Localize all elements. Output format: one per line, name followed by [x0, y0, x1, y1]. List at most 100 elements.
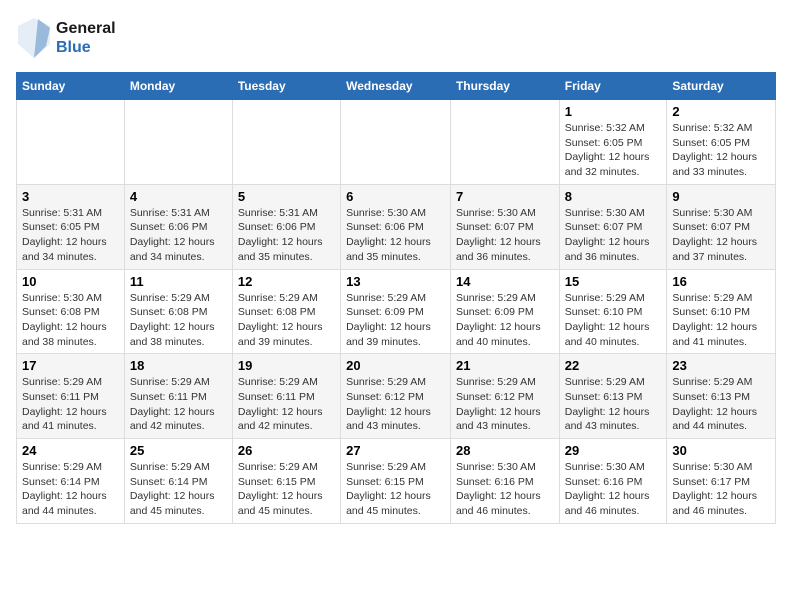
logo-general: General [56, 19, 116, 38]
weekday-header-thursday: Thursday [450, 73, 559, 100]
calendar-cell: 3 Sunrise: 5:31 AM Sunset: 6:05 PM Daylig… [17, 184, 125, 269]
day-info: Sunrise: 5:30 AM Sunset: 6:16 PM Dayligh… [456, 460, 554, 519]
day-number: 28 [456, 443, 554, 458]
calendar-cell [232, 100, 340, 185]
calendar-cell [450, 100, 559, 185]
day-number: 9 [672, 189, 770, 204]
day-number: 7 [456, 189, 554, 204]
day-number: 8 [565, 189, 662, 204]
day-info: Sunrise: 5:29 AM Sunset: 6:11 PM Dayligh… [238, 375, 335, 434]
day-number: 12 [238, 274, 335, 289]
day-info: Sunrise: 5:29 AM Sunset: 6:11 PM Dayligh… [130, 375, 227, 434]
day-number: 26 [238, 443, 335, 458]
day-info: Sunrise: 5:30 AM Sunset: 6:08 PM Dayligh… [22, 291, 119, 350]
calendar-cell: 24 Sunrise: 5:29 AM Sunset: 6:14 PM Dayli… [17, 439, 125, 524]
day-number: 29 [565, 443, 662, 458]
day-number: 4 [130, 189, 227, 204]
day-info: Sunrise: 5:29 AM Sunset: 6:14 PM Dayligh… [22, 460, 119, 519]
calendar-cell: 1 Sunrise: 5:32 AM Sunset: 6:05 PM Daylig… [559, 100, 667, 185]
calendar-week-2: 3 Sunrise: 5:31 AM Sunset: 6:05 PM Daylig… [17, 184, 776, 269]
calendar-cell: 6 Sunrise: 5:30 AM Sunset: 6:06 PM Daylig… [341, 184, 451, 269]
day-number: 18 [130, 358, 227, 373]
calendar-cell: 12 Sunrise: 5:29 AM Sunset: 6:08 PM Dayli… [232, 269, 340, 354]
logo-blue: Blue [56, 38, 116, 57]
calendar-week-3: 10 Sunrise: 5:30 AM Sunset: 6:08 PM Dayli… [17, 269, 776, 354]
calendar-cell: 20Sunrise: 5:29 AM Sunset: 6:12 PM Dayli… [341, 354, 451, 439]
day-number: 19 [238, 358, 335, 373]
day-number: 27 [346, 443, 445, 458]
day-info: Sunrise: 5:30 AM Sunset: 6:07 PM Dayligh… [456, 206, 554, 265]
day-number: 21 [456, 358, 554, 373]
day-info: Sunrise: 5:29 AM Sunset: 6:10 PM Dayligh… [672, 291, 770, 350]
day-number: 25 [130, 443, 227, 458]
calendar-cell [341, 100, 451, 185]
day-info: Sunrise: 5:29 AM Sunset: 6:13 PM Dayligh… [672, 375, 770, 434]
calendar-cell: 16 Sunrise: 5:29 AM Sunset: 6:10 PM Dayli… [667, 269, 776, 354]
calendar-table: SundayMondayTuesdayWednesdayThursdayFrid… [16, 72, 776, 524]
day-number: 6 [346, 189, 445, 204]
day-number: 22 [565, 358, 662, 373]
weekday-header-wednesday: Wednesday [341, 73, 451, 100]
logo: General Blue [16, 16, 116, 60]
day-info: Sunrise: 5:29 AM Sunset: 6:12 PM Dayligh… [456, 375, 554, 434]
calendar-week-5: 24 Sunrise: 5:29 AM Sunset: 6:14 PM Dayli… [17, 439, 776, 524]
day-info: Sunrise: 5:30 AM Sunset: 6:06 PM Dayligh… [346, 206, 445, 265]
calendar-cell [124, 100, 232, 185]
calendar-cell: 28 Sunrise: 5:30 AM Sunset: 6:16 PM Dayli… [450, 439, 559, 524]
calendar-cell: 21 Sunrise: 5:29 AM Sunset: 6:12 PM Dayli… [450, 354, 559, 439]
day-number: 15 [565, 274, 662, 289]
day-number: 20 [346, 358, 445, 373]
calendar-cell: 2Sunrise: 5:32 AM Sunset: 6:05 PM Daylig… [667, 100, 776, 185]
day-info: Sunrise: 5:29 AM Sunset: 6:09 PM Dayligh… [456, 291, 554, 350]
weekday-header-saturday: Saturday [667, 73, 776, 100]
day-info: Sunrise: 5:29 AM Sunset: 6:11 PM Dayligh… [22, 375, 119, 434]
calendar-cell [17, 100, 125, 185]
day-info: Sunrise: 5:29 AM Sunset: 6:15 PM Dayligh… [346, 460, 445, 519]
day-info: Sunrise: 5:31 AM Sunset: 6:05 PM Dayligh… [22, 206, 119, 265]
calendar-cell: 17 Sunrise: 5:29 AM Sunset: 6:11 PM Dayli… [17, 354, 125, 439]
calendar-cell: 7 Sunrise: 5:30 AM Sunset: 6:07 PM Daylig… [450, 184, 559, 269]
day-number: 17 [22, 358, 119, 373]
day-number: 14 [456, 274, 554, 289]
weekday-header-sunday: Sunday [17, 73, 125, 100]
day-number: 11 [130, 274, 227, 289]
calendar-cell: 26Sunrise: 5:29 AM Sunset: 6:15 PM Dayli… [232, 439, 340, 524]
day-info: Sunrise: 5:29 AM Sunset: 6:09 PM Dayligh… [346, 291, 445, 350]
day-number: 10 [22, 274, 119, 289]
calendar-cell: 19 Sunrise: 5:29 AM Sunset: 6:11 PM Dayli… [232, 354, 340, 439]
page-header: General Blue [16, 16, 776, 60]
day-info: Sunrise: 5:31 AM Sunset: 6:06 PM Dayligh… [130, 206, 227, 265]
day-info: Sunrise: 5:30 AM Sunset: 6:07 PM Dayligh… [565, 206, 662, 265]
day-number: 24 [22, 443, 119, 458]
calendar-cell: 5 Sunrise: 5:31 AM Sunset: 6:06 PM Daylig… [232, 184, 340, 269]
day-number: 30 [672, 443, 770, 458]
day-info: Sunrise: 5:31 AM Sunset: 6:06 PM Dayligh… [238, 206, 335, 265]
day-info: Sunrise: 5:30 AM Sunset: 6:17 PM Dayligh… [672, 460, 770, 519]
day-info: Sunrise: 5:32 AM Sunset: 6:05 PM Dayligh… [565, 121, 662, 180]
day-number: 23 [672, 358, 770, 373]
calendar-cell: 4 Sunrise: 5:31 AM Sunset: 6:06 PM Daylig… [124, 184, 232, 269]
calendar-cell: 15 Sunrise: 5:29 AM Sunset: 6:10 PM Dayli… [559, 269, 667, 354]
logo-icon [16, 16, 52, 60]
calendar-cell: 18 Sunrise: 5:29 AM Sunset: 6:11 PM Dayli… [124, 354, 232, 439]
calendar-cell: 10 Sunrise: 5:30 AM Sunset: 6:08 PM Dayli… [17, 269, 125, 354]
day-number: 3 [22, 189, 119, 204]
calendar-week-4: 17 Sunrise: 5:29 AM Sunset: 6:11 PM Dayli… [17, 354, 776, 439]
calendar-cell: 23 Sunrise: 5:29 AM Sunset: 6:13 PM Dayli… [667, 354, 776, 439]
day-info: Sunrise: 5:30 AM Sunset: 6:16 PM Dayligh… [565, 460, 662, 519]
calendar-cell: 14 Sunrise: 5:29 AM Sunset: 6:09 PM Dayli… [450, 269, 559, 354]
day-number: 16 [672, 274, 770, 289]
calendar-week-1: 1 Sunrise: 5:32 AM Sunset: 6:05 PM Daylig… [17, 100, 776, 185]
day-info: Sunrise: 5:29 AM Sunset: 6:08 PM Dayligh… [238, 291, 335, 350]
weekday-header-tuesday: Tuesday [232, 73, 340, 100]
day-info: Sunrise: 5:32 AM Sunset: 6:05 PM Dayligh… [672, 121, 770, 180]
calendar-cell: 27 Sunrise: 5:29 AM Sunset: 6:15 PM Dayli… [341, 439, 451, 524]
calendar-cell: 11Sunrise: 5:29 AM Sunset: 6:08 PM Dayli… [124, 269, 232, 354]
day-info: Sunrise: 5:29 AM Sunset: 6:14 PM Dayligh… [130, 460, 227, 519]
day-info: Sunrise: 5:29 AM Sunset: 6:10 PM Dayligh… [565, 291, 662, 350]
day-number: 5 [238, 189, 335, 204]
day-info: Sunrise: 5:30 AM Sunset: 6:07 PM Dayligh… [672, 206, 770, 265]
calendar-cell: 9 Sunrise: 5:30 AM Sunset: 6:07 PM Daylig… [667, 184, 776, 269]
weekday-header-monday: Monday [124, 73, 232, 100]
day-number: 1 [565, 104, 662, 119]
